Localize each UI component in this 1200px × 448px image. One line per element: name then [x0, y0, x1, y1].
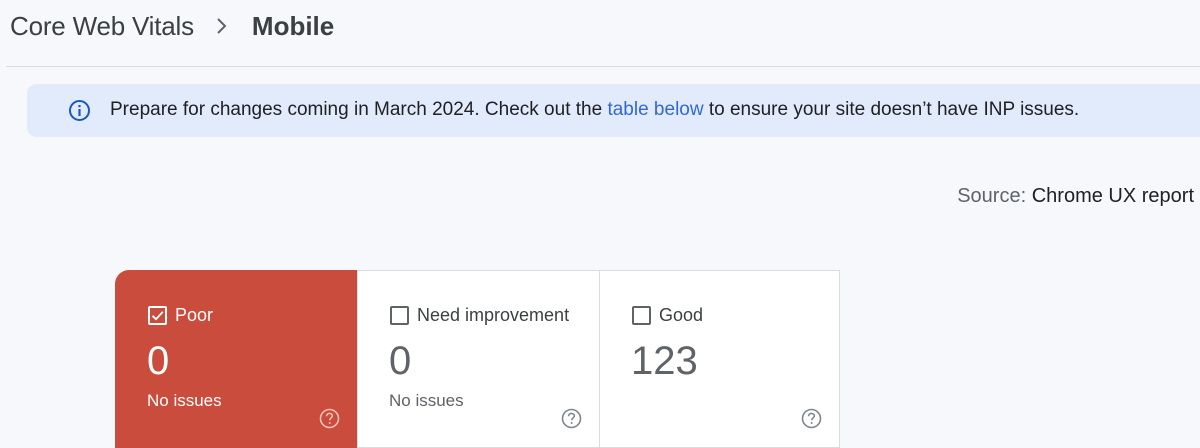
banner-text-before: Prepare for changes coming in March 2024…	[110, 99, 608, 120]
checkbox-unchecked-icon[interactable]	[632, 306, 651, 325]
card-count: 0	[389, 339, 412, 383]
banner-message: Prepare for changes coming in March 2024…	[110, 98, 1079, 122]
status-card-need-improvement[interactable]: Need improvement 0 No issues	[357, 270, 599, 448]
breadcrumb-core-web-vitals[interactable]: Core Web Vitals	[10, 8, 194, 44]
chevron-right-icon	[214, 15, 230, 37]
help-icon[interactable]	[561, 408, 582, 429]
card-label: Good	[659, 305, 704, 325]
checkbox-checked-icon[interactable]	[148, 306, 167, 325]
checkbox-unchecked-icon[interactable]	[390, 306, 409, 325]
help-icon[interactable]	[319, 408, 340, 429]
card-label: Need improvement	[417, 305, 570, 325]
breadcrumb: Core Web Vitals Mobile	[10, 8, 334, 44]
page: Core Web Vitals Mobile Prepare for chang…	[0, 0, 1200, 448]
table-below-link[interactable]: table below	[607, 99, 703, 120]
card-subtitle: No issues	[147, 391, 222, 410]
info-icon	[68, 99, 91, 122]
card-count: 0	[147, 339, 170, 383]
card-count: 123	[631, 339, 698, 383]
data-source: Source: Chrome UX report	[957, 184, 1194, 208]
help-icon[interactable]	[801, 408, 822, 429]
banner-text-after: to ensure your site doesn’t have INP iss…	[703, 99, 1080, 120]
card-subtitle: No issues	[389, 391, 464, 410]
header-divider	[6, 66, 1200, 67]
source-label: Source:	[957, 185, 1027, 207]
status-card-poor[interactable]: Poor 0 No issues	[115, 270, 357, 448]
status-card-good[interactable]: Good 123	[599, 270, 840, 448]
card-label: Poor	[175, 305, 214, 325]
status-cards: Poor 0 No issues Need improvement 0 No i…	[115, 270, 840, 448]
info-banner: Prepare for changes coming in March 2024…	[27, 84, 1200, 137]
source-value: Chrome UX report	[1031, 185, 1194, 207]
breadcrumb-current: Mobile	[251, 11, 335, 41]
